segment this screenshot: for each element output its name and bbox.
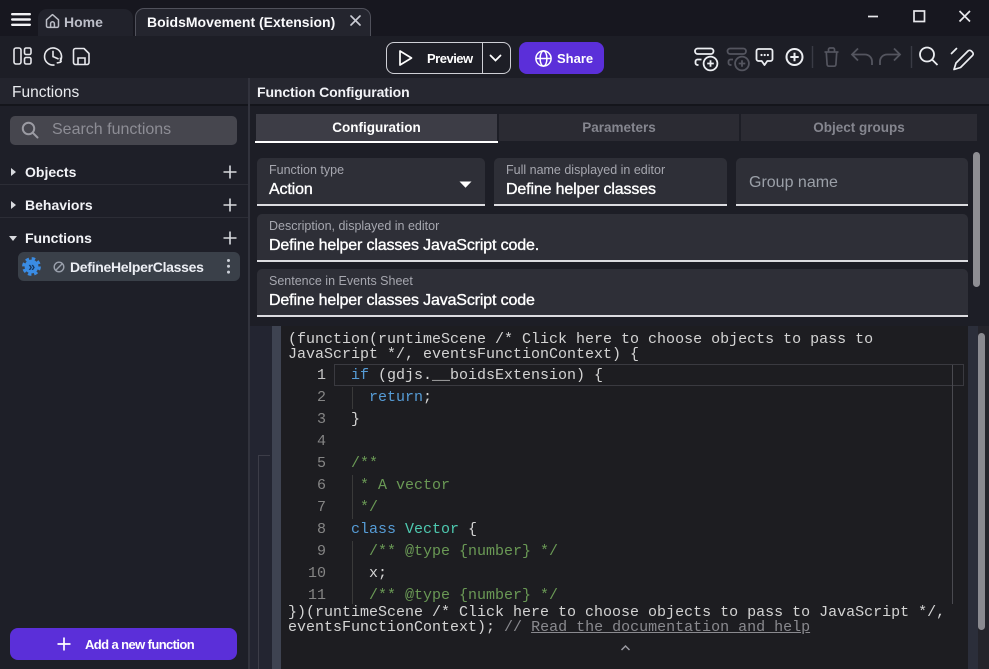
svg-text:»: » [28,260,35,274]
